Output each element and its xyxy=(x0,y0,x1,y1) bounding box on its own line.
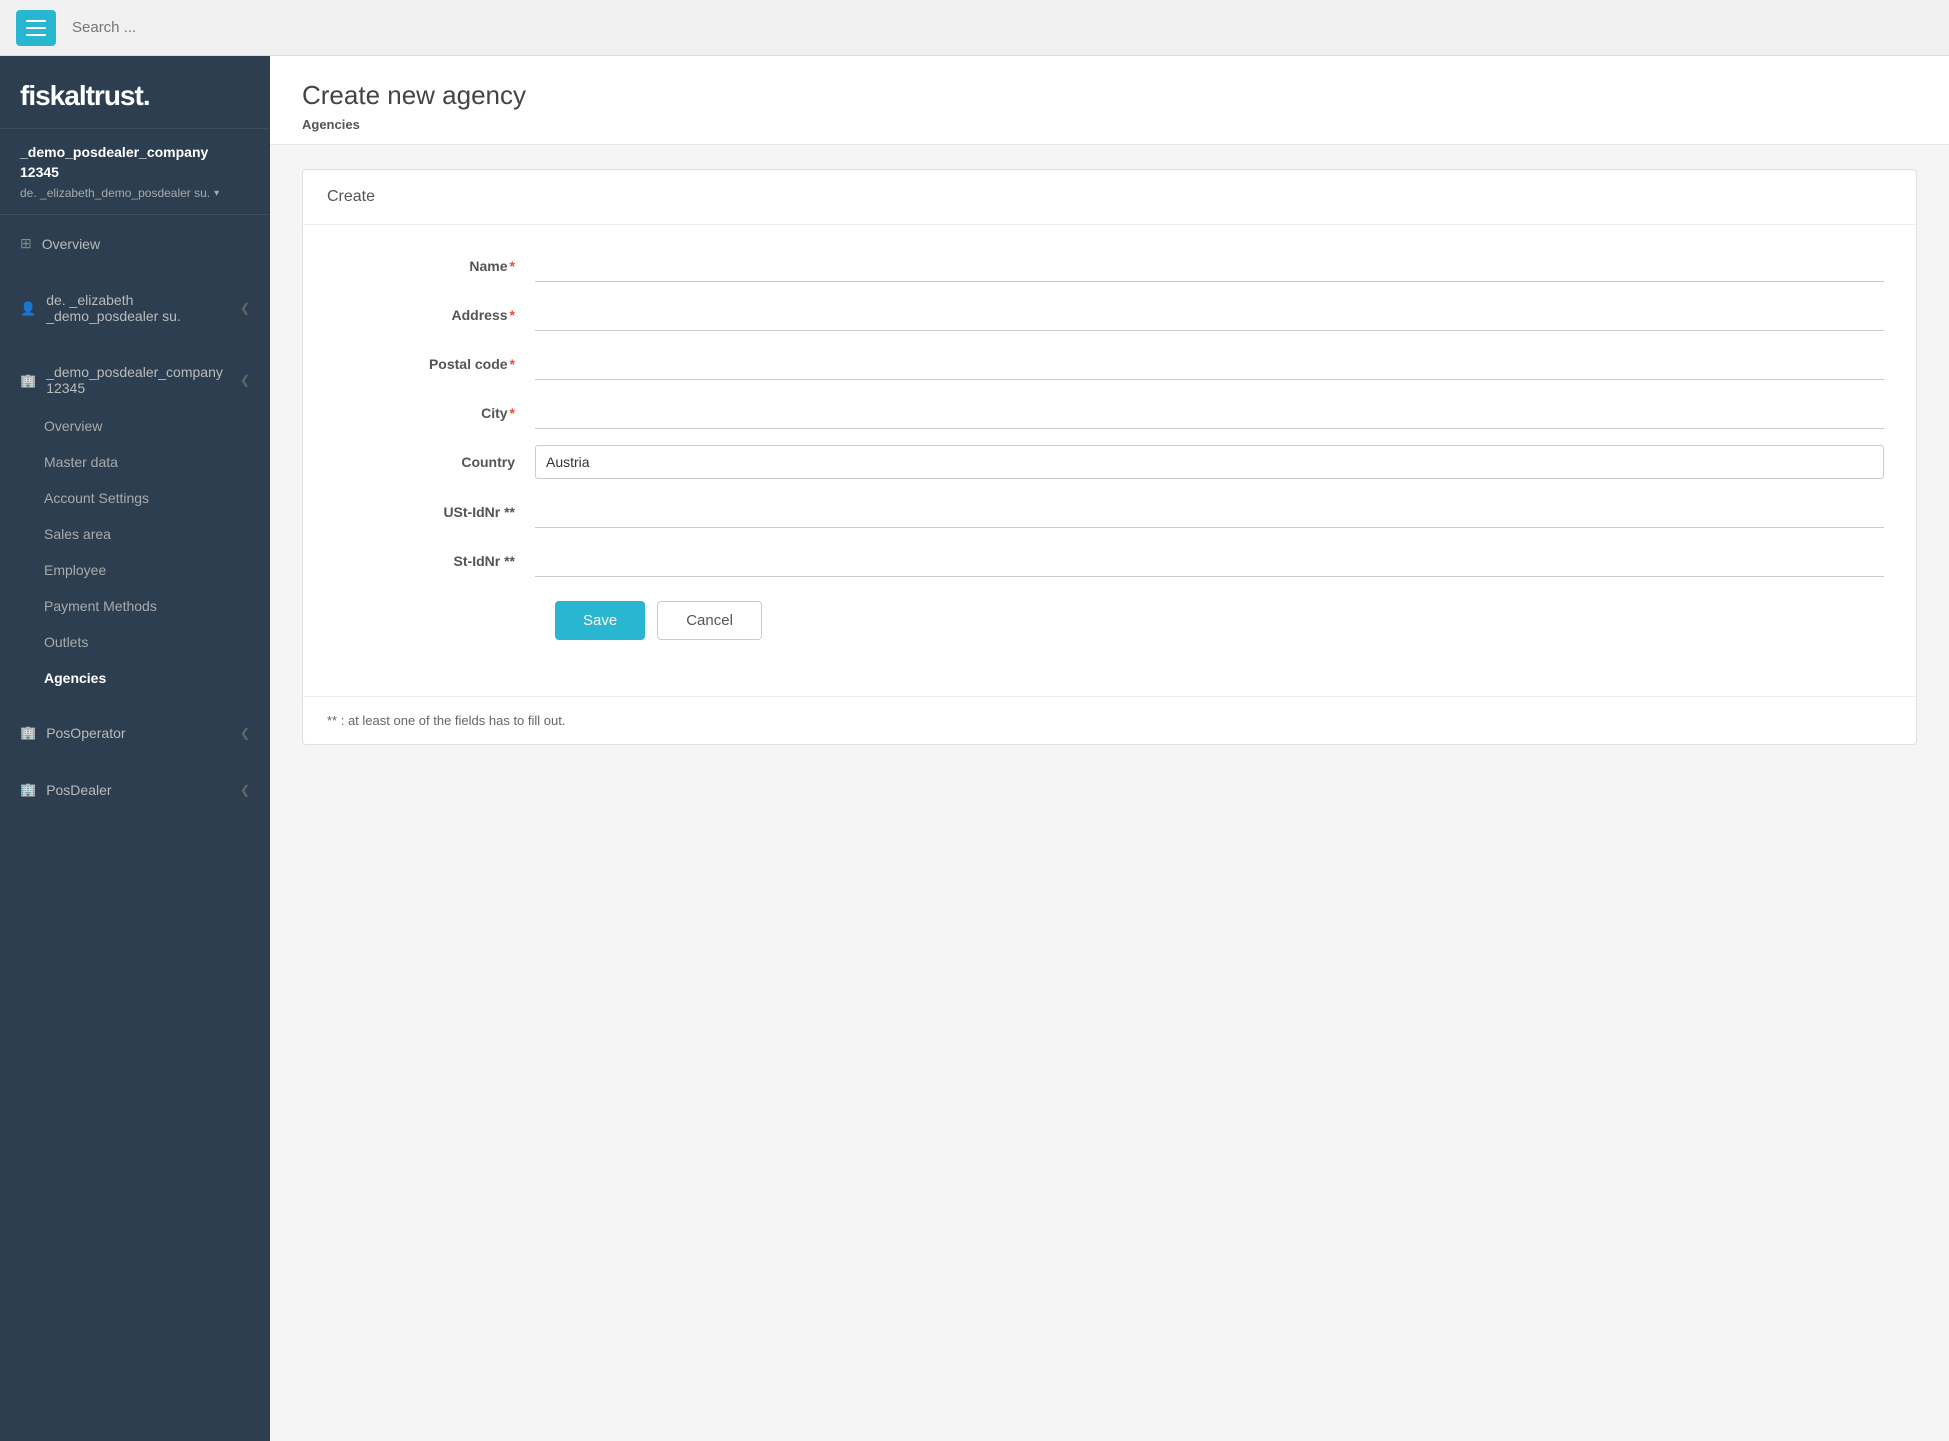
postal-required: * xyxy=(510,356,515,372)
country-label: Country xyxy=(335,454,535,470)
company-sub-nav: Overview Master data Account Settings Sa… xyxy=(0,408,270,696)
sidebar-item-sales-area[interactable]: Sales area xyxy=(0,516,270,552)
page-title: Create new agency xyxy=(302,80,1917,111)
nav-section-user: de. _elizabeth _demo_posdealer su. ❮ xyxy=(0,272,270,344)
address-input[interactable] xyxy=(535,298,1884,331)
sidebar-item-outlets[interactable]: Outlets xyxy=(0,624,270,660)
content-area: Create Name* Address* xyxy=(270,145,1949,769)
layout: fiskaltrust. _demo_posdealer_company 123… xyxy=(0,56,1949,1441)
country-row: Country Austria Germany Switzerland xyxy=(335,445,1884,479)
user-group-header[interactable]: de. _elizabeth _demo_posdealer su. ❮ xyxy=(0,280,270,336)
company-group-label: _demo_posdealer_company 12345 xyxy=(46,364,230,396)
address-label: Address* xyxy=(335,307,535,323)
pos-operator-icon xyxy=(20,724,36,741)
country-select[interactable]: Austria Germany Switzerland xyxy=(535,445,1884,479)
postal-code-input[interactable] xyxy=(535,347,1884,380)
name-required: * xyxy=(510,258,515,274)
name-label: Name* xyxy=(335,258,535,274)
city-label: City* xyxy=(335,405,535,421)
city-input[interactable] xyxy=(535,396,1884,429)
pos-dealer-label: PosDealer xyxy=(46,782,111,798)
pos-dealer-icon xyxy=(20,781,36,798)
company-name: _demo_posdealer_company 12345 xyxy=(20,143,250,182)
sidebar-item-overview[interactable]: Overview xyxy=(0,223,270,264)
name-row: Name* xyxy=(335,249,1884,282)
st-idnr-input[interactable] xyxy=(535,544,1884,577)
search-input[interactable] xyxy=(72,19,372,36)
chevron-right-icon: ❮ xyxy=(240,301,250,315)
main-content: Create new agency Agencies Create Name* xyxy=(270,56,1949,1441)
pos-dealer-header[interactable]: PosDealer ❮ xyxy=(0,769,270,810)
pos-operator-header[interactable]: PosOperator ❮ xyxy=(0,712,270,753)
chevron-right-company-icon: ❮ xyxy=(240,373,250,387)
company-group-header[interactable]: _demo_posdealer_company 12345 ❮ xyxy=(0,352,270,408)
postal-code-row: Postal code* xyxy=(335,347,1884,380)
sidebar-item-employee[interactable]: Employee xyxy=(0,552,270,588)
cancel-button[interactable]: Cancel xyxy=(657,601,762,640)
form-body: Name* Address* Postal code xyxy=(303,225,1916,672)
user-display: de. _elizabeth_demo_posdealer su. ▾ xyxy=(20,186,250,200)
ust-idnr-label: USt-IdNr ** xyxy=(335,504,535,520)
nav-section-company: _demo_posdealer_company 12345 ❮ Overview… xyxy=(0,344,270,704)
user-name-text: de. _elizabeth_demo_posdealer su. xyxy=(20,186,210,200)
st-idnr-row: St-IdNr ** xyxy=(335,544,1884,577)
sidebar-item-payment-methods[interactable]: Payment Methods xyxy=(0,588,270,624)
nav-section-pos-operator: PosOperator ❮ xyxy=(0,704,270,761)
breadcrumb: Agencies xyxy=(302,117,1917,132)
form-actions: Save Cancel xyxy=(335,601,1884,640)
nav-section-overview: Overview xyxy=(0,215,270,272)
menu-button[interactable] xyxy=(16,10,56,46)
postal-code-label: Postal code* xyxy=(335,356,535,372)
form-note: ** : at least one of the fields has to f… xyxy=(303,696,1916,744)
user-info: _demo_posdealer_company 12345 de. _eliza… xyxy=(0,129,270,215)
topbar xyxy=(0,0,1949,56)
chevron-right-operator-icon: ❮ xyxy=(240,726,250,740)
st-idnr-label: St-IdNr ** xyxy=(335,553,535,569)
sidebar-item-overview-label: Overview xyxy=(42,236,100,252)
user-group-label: de. _elizabeth _demo_posdealer su. xyxy=(46,292,230,324)
city-required: * xyxy=(510,405,515,421)
building-icon xyxy=(20,372,36,389)
brand-name: fiskaltrust. xyxy=(20,80,250,112)
form-card: Create Name* Address* xyxy=(302,169,1917,745)
ust-idnr-row: USt-IdNr ** xyxy=(335,495,1884,528)
city-row: City* xyxy=(335,396,1884,429)
sidebar-item-master-data[interactable]: Master data xyxy=(0,444,270,480)
grid-icon xyxy=(20,235,32,252)
chevron-down-icon: ▾ xyxy=(214,188,219,199)
sidebar-item-account-settings[interactable]: Account Settings xyxy=(0,480,270,516)
user-icon xyxy=(20,300,36,317)
address-row: Address* xyxy=(335,298,1884,331)
form-card-header: Create xyxy=(303,170,1916,225)
brand: fiskaltrust. xyxy=(0,56,270,129)
nav-section-pos-dealer: PosDealer ❮ xyxy=(0,761,270,818)
name-input[interactable] xyxy=(535,249,1884,282)
pos-operator-label: PosOperator xyxy=(46,725,125,741)
chevron-right-dealer-icon: ❮ xyxy=(240,783,250,797)
sidebar: fiskaltrust. _demo_posdealer_company 123… xyxy=(0,56,270,1441)
ust-idnr-input[interactable] xyxy=(535,495,1884,528)
sidebar-item-agencies[interactable]: Agencies xyxy=(0,660,270,696)
page-header: Create new agency Agencies xyxy=(270,56,1949,145)
sidebar-item-company-overview[interactable]: Overview xyxy=(0,408,270,444)
save-button[interactable]: Save xyxy=(555,601,645,640)
address-required: * xyxy=(510,307,515,323)
